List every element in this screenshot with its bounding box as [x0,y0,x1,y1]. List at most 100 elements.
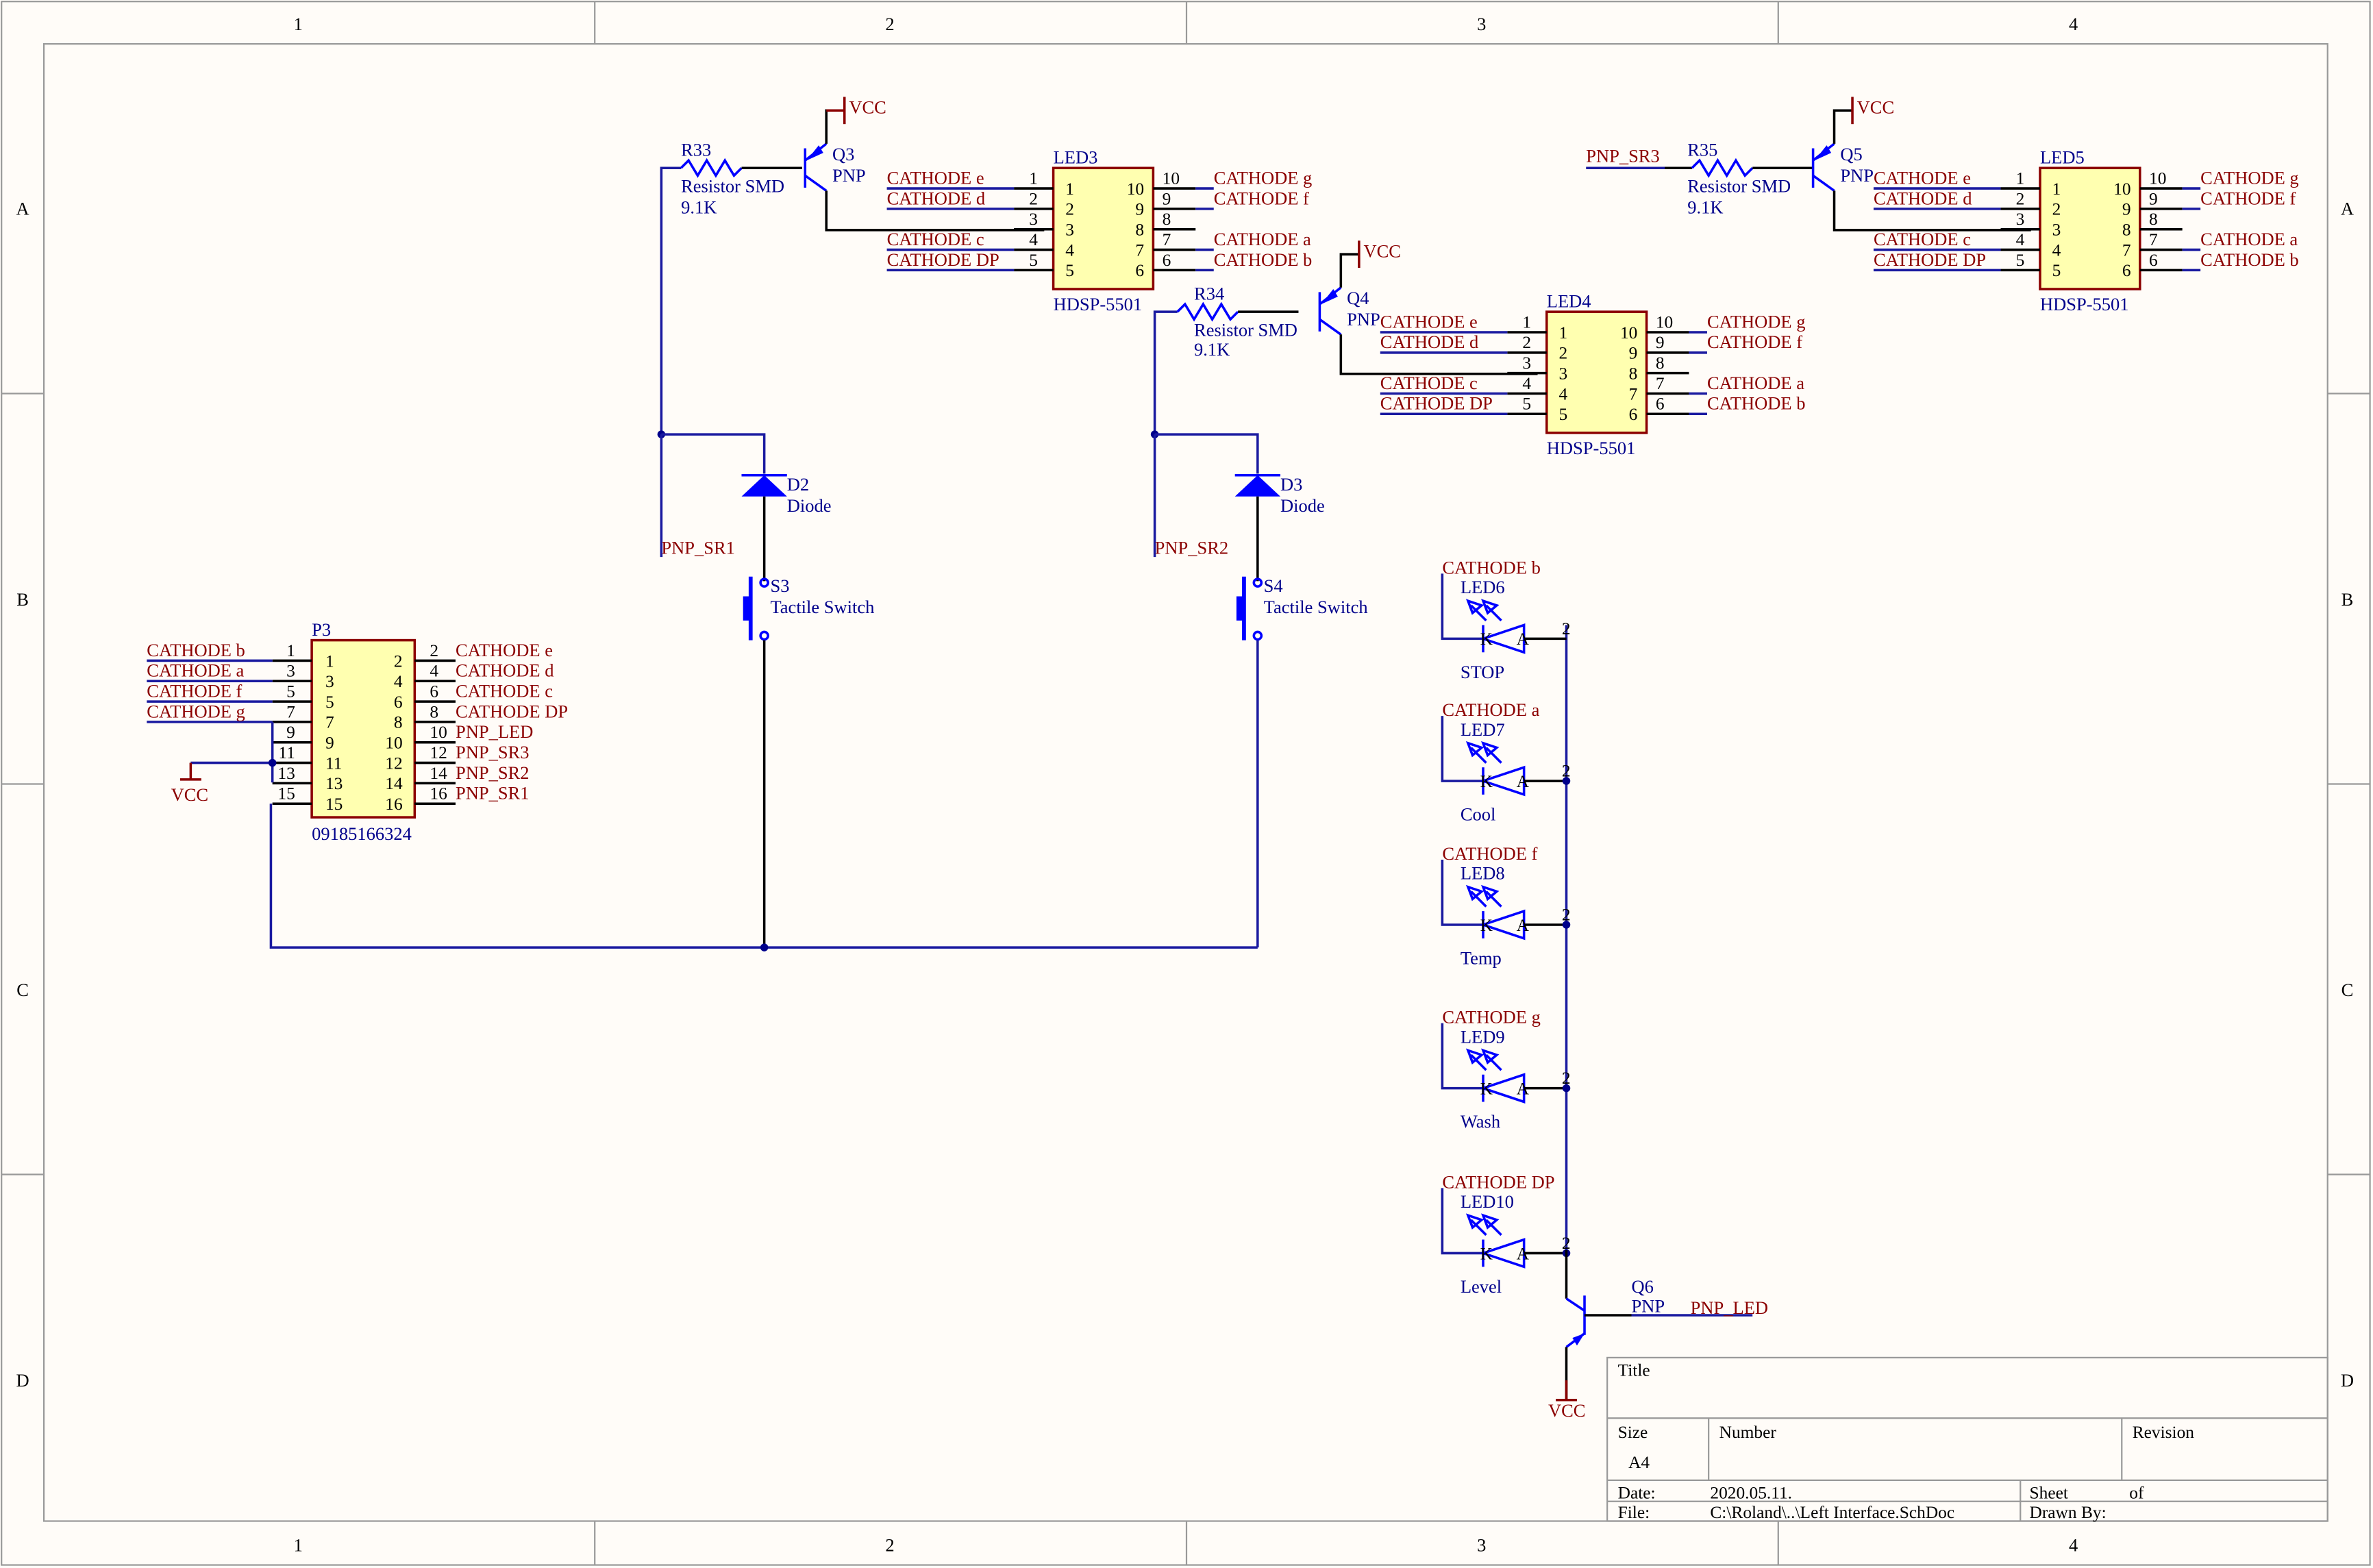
row-label-left: C [16,980,29,1000]
net-label: CATHODE g [1214,167,1313,188]
net-label: CATHODE DP [887,249,999,270]
pin-number-inner: 7 [2122,240,2131,260]
pnp-sr1-net-label: PNP_SR1 [661,538,735,558]
pin-number: 4 [1522,374,1531,393]
pin-number-inner: 5 [1065,261,1074,280]
pin-number: 1 [1029,169,1038,188]
led5-ref: LED5 [2040,147,2085,168]
net-label: CATHODE f [1214,188,1309,208]
pin-number-inner: 5 [2052,261,2061,280]
s3-ref: S3 [770,575,789,596]
size-label: Size [1618,1423,1648,1442]
pin-number-inner: 7 [1135,240,1144,260]
pnp-sr2-net-label: PNP_SR2 [1155,538,1229,558]
pin-number: 5 [1522,395,1531,414]
pin-number-inner: 9 [1629,344,1638,363]
file-value: C:\Roland\..\Left Interface.SchDoc [1710,1503,1954,1522]
pin-number-inner: 8 [1135,221,1144,240]
d2-ref: D2 [787,474,809,495]
pin-number: 12 [430,743,447,762]
pin-number: 4 [2016,230,2025,249]
pin-number-inner: 6 [1629,405,1638,424]
pin-number-inner: 6 [394,693,403,712]
net-label: CATHODE d [1380,332,1479,352]
indicator-net-label: CATHODE b [1442,557,1541,577]
p3-ref: P3 [312,619,331,640]
led4-part: HDSP-5501 [1547,438,1636,458]
pin-number-inner: 3 [2052,221,2061,240]
pin-number-inner: 16 [385,795,402,814]
pin-number-inner: 15 [325,795,343,814]
pin-number-inner: 9 [1135,200,1144,219]
net-label: CATHODE g [2200,167,2299,188]
column-label-bottom: 1 [294,1535,303,1556]
indicator-ref: LED7 [1461,719,1505,740]
pin-number: 14 [430,764,447,783]
q4-vcc-label: VCC [1363,241,1400,262]
pin-number: 8 [430,702,438,721]
pin-number-inner: 5 [1558,405,1567,424]
indicator-name: Level [1461,1276,1502,1297]
pin-number: 6 [1163,251,1171,270]
cathode-pin-label: K [1480,630,1493,649]
revision-label: Revision [2133,1423,2195,1442]
indicator-name: Wash [1461,1111,1500,1132]
pin-number: 3 [2016,210,2025,229]
net-label: CATHODE f [2200,188,2296,208]
indicator-net-label: CATHODE g [1442,1007,1541,1028]
pin-number: 13 [277,764,295,783]
date-value: 2020.05.11. [1710,1483,1792,1502]
indicator-ref: LED8 [1461,863,1505,884]
number-label: Number [1719,1423,1777,1442]
net-label: CATHODE e [456,640,553,660]
pin-number-inner: 8 [394,713,403,732]
column-label-top: 2 [885,14,894,34]
row-label-left: A [16,199,29,219]
d3-ref: D3 [1280,474,1302,495]
indicator-name: Cool [1461,804,1496,825]
net-label: CATHODE b [147,640,245,660]
pin-number: 16 [430,784,447,804]
pin-number: 5 [2016,251,2025,270]
pin-number-inner: 10 [1620,323,1637,343]
pin-number: 7 [1163,230,1171,249]
indicator-ref: LED10 [1461,1191,1514,1212]
pin-number-inner: 9 [2122,200,2131,219]
pin-number: 1 [2016,169,2025,188]
net-label: CATHODE f [1707,332,1802,352]
indicator-name: STOP [1461,662,1504,682]
column-label-top: 1 [294,14,303,34]
q6-type: PNP [1632,1296,1665,1317]
pin-number-inner: 8 [2122,221,2131,240]
net-label: CATHODE a [1214,229,1311,249]
date-label: Date: [1618,1483,1656,1502]
pin-number-inner: 1 [325,651,334,671]
pin-number-inner: 13 [325,774,343,793]
pin-number-inner: 7 [1629,384,1638,403]
pin-number-inner: 6 [2122,261,2131,280]
pin-number: 3 [286,662,295,681]
cathode-pin-label: K [1480,1079,1493,1098]
column-label-bottom: 2 [885,1535,894,1556]
pin-number-inner: 11 [325,754,342,773]
pin-number-inner: 3 [325,672,334,691]
pin-number-inner: 6 [1135,261,1144,280]
r35-value: 9.1K [1687,197,1723,218]
pin-number: 4 [1029,230,1038,249]
pin-number: 9 [286,723,295,742]
led3-ref: LED3 [1054,147,1098,168]
pin-number-inner: 3 [1558,364,1567,383]
drawn-by-label: Drawn By: [2030,1503,2107,1522]
net-label: CATHODE c [887,229,984,249]
net-label: CATHODE DP [1380,393,1493,414]
net-label: CATHODE b [2200,249,2299,270]
pin-number: 9 [2149,189,2158,208]
q5-ref: Q5 [1840,144,1862,164]
d3-type: Diode [1280,495,1325,516]
pin-number-inner: 9 [325,734,334,753]
schematic-sheet: 11223344A AB BC CD D R33 Resistor SMD 9.1K V… [1,1,2371,1566]
r34-ref: R34 [1194,283,1224,303]
led5-part: HDSP-5501 [2040,294,2129,314]
row-label-left: B [16,589,29,610]
q3-ref: Q3 [832,144,854,164]
